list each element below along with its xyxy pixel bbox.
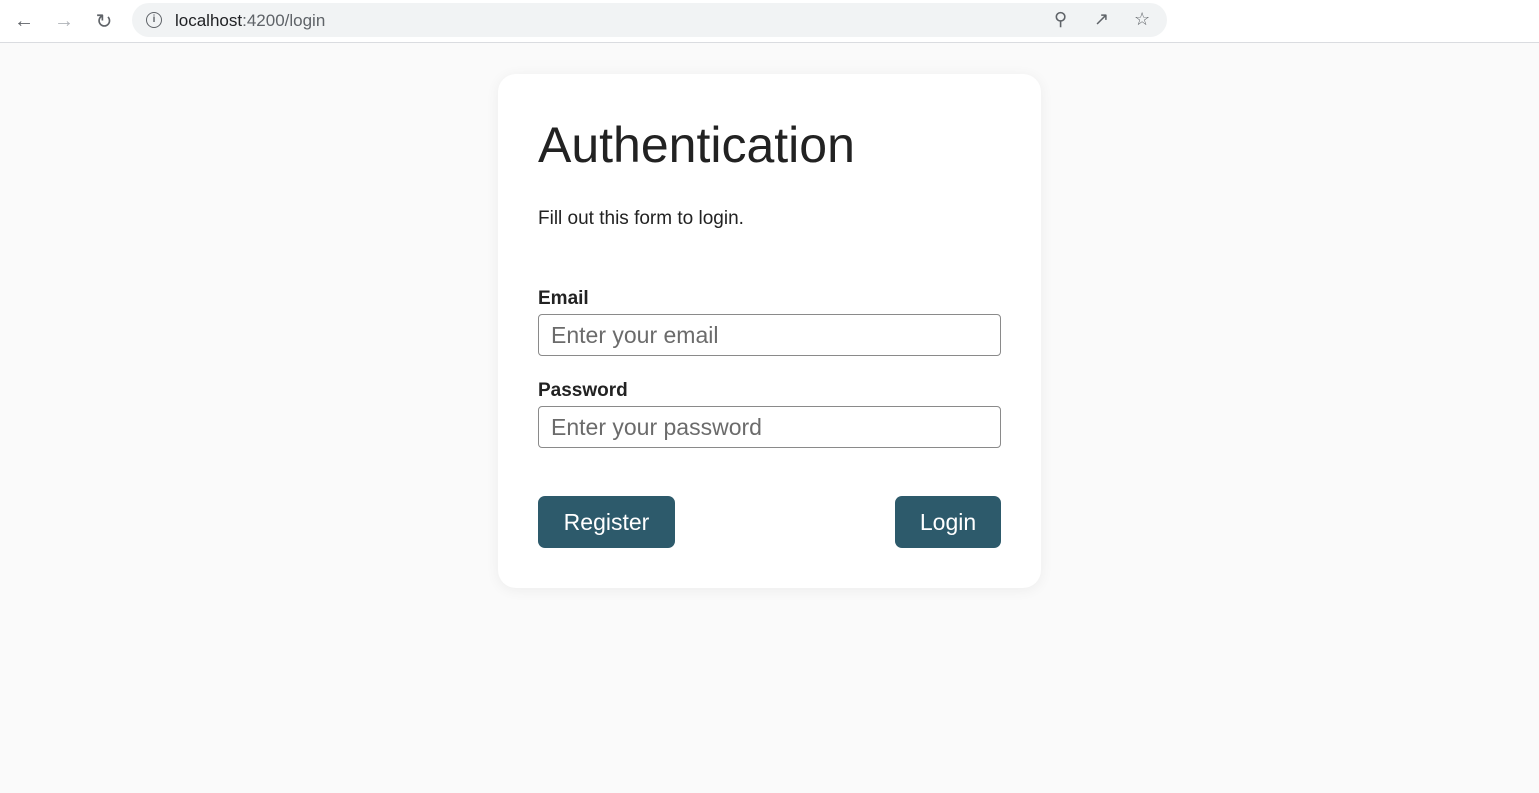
password-input[interactable] — [538, 406, 1001, 448]
browser-toolbar: ← → ↻ i localhost:4200/login ⚲ ↗ ☆ — [0, 0, 1539, 43]
share-icon[interactable]: ↗ — [1094, 9, 1109, 30]
forward-icon[interactable]: → — [51, 8, 77, 34]
url-host: localhost — [175, 11, 243, 30]
back-icon[interactable]: ← — [11, 8, 37, 34]
email-label: Email — [538, 288, 589, 309]
reload-icon[interactable]: ↻ — [91, 8, 117, 34]
login-card: Authentication Fill out this form to log… — [498, 74, 1041, 588]
password-label: Password — [538, 380, 628, 401]
url-path: :4200/login — [242, 11, 326, 30]
star-icon[interactable]: ☆ — [1134, 9, 1150, 30]
url-text[interactable]: localhost:4200/login — [175, 11, 325, 31]
email-input[interactable] — [538, 314, 1001, 356]
subtitle: Fill out this form to login. — [538, 208, 744, 229]
key-icon[interactable]: ⚲ — [1054, 9, 1067, 30]
login-button[interactable]: Login — [895, 496, 1001, 548]
address-bar[interactable]: i localhost:4200/login ⚲ ↗ ☆ — [132, 3, 1167, 37]
register-button[interactable]: Register — [538, 496, 675, 548]
info-icon[interactable]: i — [146, 12, 162, 28]
page-title: Authentication — [538, 117, 855, 173]
